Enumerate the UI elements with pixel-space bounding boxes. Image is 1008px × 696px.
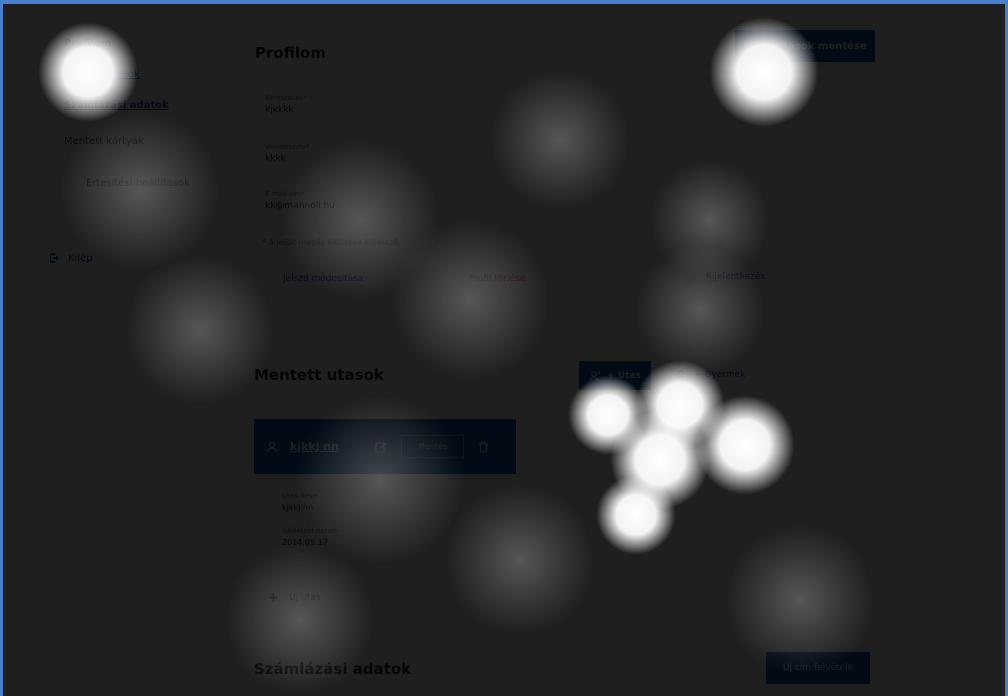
heat-spot [610, 410, 710, 510]
trash-icon[interactable] [478, 441, 489, 453]
add-passenger-button[interactable]: + Utas [579, 361, 651, 390]
billing-title: Számlázási adatok [254, 660, 412, 678]
heat-haze [60, 110, 220, 270]
passenger-birthdate-label: Születési dátum [282, 527, 339, 535]
new-address-button[interactable]: Új cím felvétele [766, 652, 870, 684]
passenger-save-button[interactable]: Mentés [400, 435, 465, 458]
heat-haze [445, 485, 595, 635]
sidebar-item-saved-cards[interactable]: Mentett kártyák [64, 136, 144, 147]
passenger-name-label: Utas neve [282, 492, 318, 500]
email-field[interactable]: E-mail cím* kk@mannoli.hu [265, 190, 335, 211]
sidebar-item-saved-passengers[interactable]: Mentett utasok [64, 69, 140, 80]
last-name-field[interactable]: Vezetéknév* kkkk [265, 143, 309, 164]
add-child-icon [676, 369, 688, 381]
first-name-value: kjkkkk [265, 105, 294, 115]
passenger-name-value: kjkkj nn [282, 503, 314, 512]
plus-icon [268, 592, 279, 603]
add-child-button[interactable]: + Gyermek [670, 368, 751, 382]
last-name-label: Vezetéknév* [265, 143, 310, 151]
sidebar-logout-label: Kilép [68, 252, 93, 264]
heat-haze [490, 70, 630, 210]
save-changes-button[interactable]: Módosítások mentése [735, 30, 875, 62]
edit-icon[interactable] [375, 441, 387, 453]
heat-spot [596, 475, 676, 555]
heat-spot [695, 395, 795, 495]
add-passenger-label: + Utas [607, 370, 641, 381]
sidebar-item-profile[interactable]: Profilom [64, 38, 111, 49]
email-value: kk@mannoli.hu [265, 201, 335, 211]
heat-haze [390, 220, 550, 380]
heat-haze [125, 255, 275, 405]
last-name-value: kkkk [265, 154, 286, 164]
heat-haze [635, 245, 765, 375]
passenger-birthdate-value: 2014.05.17 [282, 538, 328, 547]
sidebar-item-notifications[interactable]: Értesítési beállítások [86, 178, 190, 189]
sidebar-logout[interactable]: Kilép [48, 252, 93, 264]
app-window: Profilom Mentett utasok Számlázási adato… [0, 0, 1008, 696]
logout-icon [48, 252, 60, 264]
email-label: E-mail cím* [265, 190, 306, 198]
delete-profile-link[interactable]: Profil törlése [469, 274, 525, 284]
add-person-icon [589, 370, 601, 382]
heat-haze [650, 160, 770, 280]
first-name-label: Keresztnév* [265, 94, 308, 102]
passenger-name-link[interactable]: kjkkj nn [290, 440, 339, 453]
saved-passengers-title: Mentett utasok [254, 366, 384, 384]
change-password-link[interactable]: Jelszó módosítása [283, 274, 363, 284]
new-passenger-link[interactable]: Új utas [268, 592, 320, 603]
logout-link[interactable]: Kijelentkezés [706, 272, 765, 282]
passenger-name-detail: Utas neve kjkkj nn [282, 492, 317, 512]
new-passenger-label: Új utas [289, 592, 321, 603]
passenger-birthdate-detail: Születési dátum 2014.05.17 [282, 527, 338, 547]
person-icon [266, 441, 278, 453]
first-name-field[interactable]: Keresztnév* kjkkkk [265, 94, 307, 115]
passenger-card-header: kjkkj nn Mentés [254, 419, 516, 474]
sidebar-item-billing[interactable]: Számlázási adatok [64, 100, 169, 111]
required-fields-note: * A jelölt mezők kitöltése kötelező [262, 238, 399, 247]
add-child-label: + Gyermek [694, 370, 746, 380]
page-title: Profilom [255, 44, 326, 62]
